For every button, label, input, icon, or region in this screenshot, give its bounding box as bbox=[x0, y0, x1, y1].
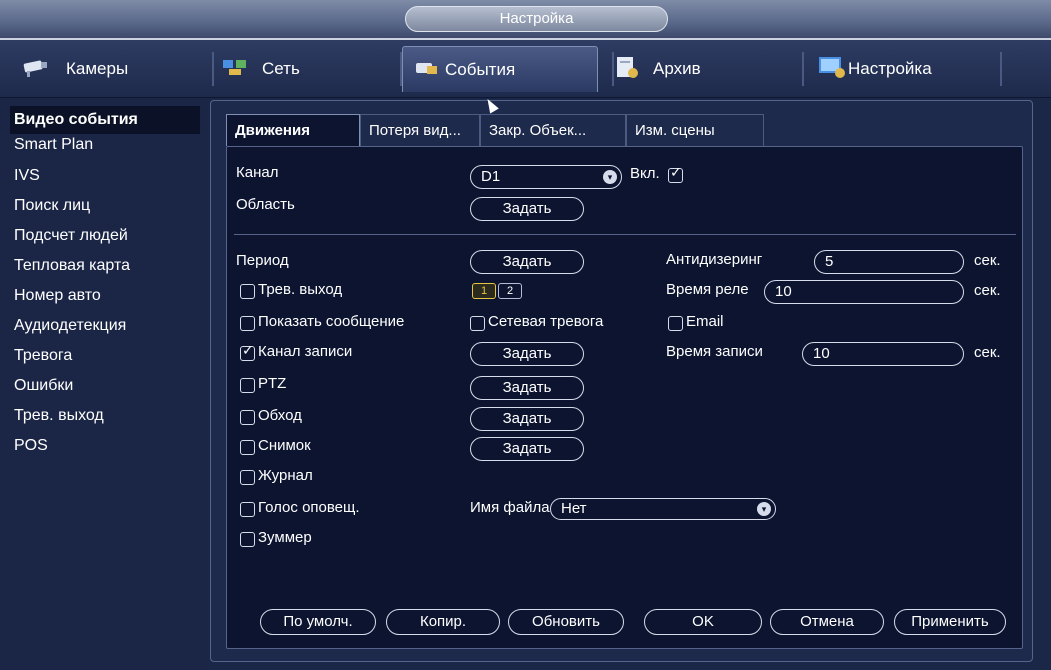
channel-select[interactable]: D1 ▾ bbox=[470, 165, 622, 189]
record-channel-set-button[interactable]: Задать bbox=[470, 342, 584, 366]
relay-time-label: Время реле bbox=[666, 281, 749, 298]
tab-tampering[interactable]: Закр. Объек... bbox=[480, 114, 626, 146]
ptz-checkbox[interactable] bbox=[240, 378, 255, 393]
filename-label: Имя файла bbox=[470, 499, 550, 516]
record-time-label: Время записи bbox=[666, 343, 763, 360]
tab-network-label: Сеть bbox=[262, 59, 300, 78]
settings-form bbox=[226, 146, 1023, 649]
copy-button[interactable]: Копир. bbox=[386, 609, 500, 635]
ptz-set-button[interactable]: Задать bbox=[470, 376, 584, 400]
alarm-out-label: Трев. выход bbox=[258, 281, 343, 298]
apply-button[interactable]: Применить bbox=[894, 609, 1006, 635]
relay-time-input[interactable]: 10 bbox=[764, 280, 964, 304]
channel-label: Канал bbox=[236, 164, 279, 181]
channel-value: D1 bbox=[481, 168, 501, 185]
record-channel-checkbox[interactable] bbox=[240, 343, 255, 361]
period-label: Период bbox=[236, 252, 289, 269]
tab-network[interactable]: Сеть bbox=[222, 46, 392, 92]
system-icon bbox=[818, 55, 846, 84]
alarm-out-channel-2[interactable]: 2 bbox=[498, 283, 522, 299]
sidebar-item-pos[interactable]: POS bbox=[10, 432, 200, 460]
log-checkbox[interactable] bbox=[240, 470, 255, 485]
tab-divider bbox=[802, 52, 804, 86]
show-message-checkbox[interactable] bbox=[240, 316, 255, 331]
enable-checkbox[interactable] bbox=[668, 165, 683, 183]
tab-storage[interactable]: Архив bbox=[615, 46, 795, 92]
ok-button[interactable]: OK bbox=[644, 609, 762, 635]
tab-system-label: Настройка bbox=[848, 59, 932, 78]
voice-checkbox[interactable] bbox=[240, 502, 255, 517]
period-set-button[interactable]: Задать bbox=[470, 250, 584, 274]
sidebar-item-face-search[interactable]: Поиск лиц bbox=[10, 192, 200, 220]
snapshot-label: Снимок bbox=[258, 437, 311, 454]
filename-select[interactable]: Нет ▾ bbox=[550, 498, 776, 520]
window-title: Настройка bbox=[405, 6, 668, 32]
filename-value: Нет bbox=[561, 500, 587, 517]
tour-set-button[interactable]: Задать bbox=[470, 407, 584, 431]
enable-label: Вкл. bbox=[630, 165, 660, 182]
sidebar-item-people-count[interactable]: Подсчет людей bbox=[10, 222, 200, 250]
relay-time-unit: сек. bbox=[974, 282, 1001, 299]
show-message-label: Показать сообщение bbox=[258, 313, 405, 330]
tab-video-loss[interactable]: Потеря вид... bbox=[360, 114, 480, 146]
buzzer-label: Зуммер bbox=[258, 529, 312, 546]
area-label: Область bbox=[236, 196, 295, 213]
antidither-unit: сек. bbox=[974, 252, 1001, 269]
voice-label: Голос оповещ. bbox=[258, 499, 360, 516]
record-time-unit: сек. bbox=[974, 344, 1001, 361]
net-alarm-checkbox[interactable] bbox=[470, 316, 485, 331]
antidither-label: Антидизеринг bbox=[666, 251, 763, 268]
sidebar-item-ivs[interactable]: IVS bbox=[10, 162, 200, 190]
cancel-button[interactable]: Отмена bbox=[770, 609, 884, 635]
events-icon bbox=[415, 57, 439, 82]
refresh-button[interactable]: Обновить bbox=[508, 609, 624, 635]
sidebar-item-audio[interactable]: Аудиодетекция bbox=[10, 312, 200, 340]
tour-label: Обход bbox=[258, 407, 302, 424]
snapshot-set-button[interactable]: Задать bbox=[470, 437, 584, 461]
email-checkbox[interactable] bbox=[668, 316, 683, 331]
tour-checkbox[interactable] bbox=[240, 410, 255, 425]
ptz-label: PTZ bbox=[258, 375, 287, 392]
camera-icon bbox=[22, 56, 52, 83]
tab-events-label: События bbox=[445, 59, 516, 79]
storage-icon bbox=[615, 55, 639, 84]
antidither-input[interactable]: 5 bbox=[814, 250, 964, 274]
tab-cameras[interactable]: Камеры bbox=[22, 46, 192, 92]
tab-divider bbox=[612, 52, 614, 86]
log-label: Журнал bbox=[258, 467, 313, 484]
snapshot-checkbox[interactable] bbox=[240, 440, 255, 455]
tab-motion[interactable]: Движения bbox=[226, 114, 360, 146]
tab-storage-label: Архив bbox=[653, 59, 701, 78]
sidebar-item-errors[interactable]: Ошибки bbox=[10, 372, 200, 400]
tab-scene-change[interactable]: Изм. сцены bbox=[626, 114, 764, 146]
area-set-button[interactable]: Задать bbox=[470, 197, 584, 221]
chevron-down-icon: ▾ bbox=[757, 502, 771, 516]
tab-system[interactable]: Настройка bbox=[818, 46, 998, 92]
record-channel-label: Канал записи bbox=[258, 343, 353, 360]
sidebar-item-smart-plan[interactable]: Smart Plan bbox=[10, 131, 200, 159]
tab-events[interactable]: События bbox=[402, 46, 598, 92]
top-nav: Камеры Сеть События Архив Настройка bbox=[0, 40, 1051, 98]
tab-cameras-label: Камеры bbox=[66, 59, 129, 78]
network-icon bbox=[222, 56, 248, 83]
divider bbox=[234, 234, 1016, 235]
default-button[interactable]: По умолч. bbox=[260, 609, 376, 635]
buzzer-checkbox[interactable] bbox=[240, 532, 255, 547]
tab-divider bbox=[212, 52, 214, 86]
net-alarm-label: Сетевая тревога bbox=[488, 313, 604, 330]
alarm-out-checkbox[interactable] bbox=[240, 284, 255, 299]
tab-divider bbox=[1000, 52, 1002, 86]
sidebar-item-heatmap[interactable]: Тепловая карта bbox=[10, 252, 200, 280]
sidebar-item-alarm-out[interactable]: Трев. выход bbox=[10, 402, 200, 430]
sidebar-item-alarm[interactable]: Тревога bbox=[10, 342, 200, 370]
title-bar: Настройка bbox=[0, 0, 1051, 40]
record-time-input[interactable]: 10 bbox=[802, 342, 964, 366]
alarm-out-channel-1[interactable]: 1 bbox=[472, 283, 496, 299]
sidebar-item-video-events[interactable]: Видео события bbox=[10, 106, 200, 134]
sidebar-item-plate[interactable]: Номер авто bbox=[10, 282, 200, 310]
chevron-down-icon: ▾ bbox=[603, 170, 617, 184]
email-label: Email bbox=[686, 313, 724, 330]
